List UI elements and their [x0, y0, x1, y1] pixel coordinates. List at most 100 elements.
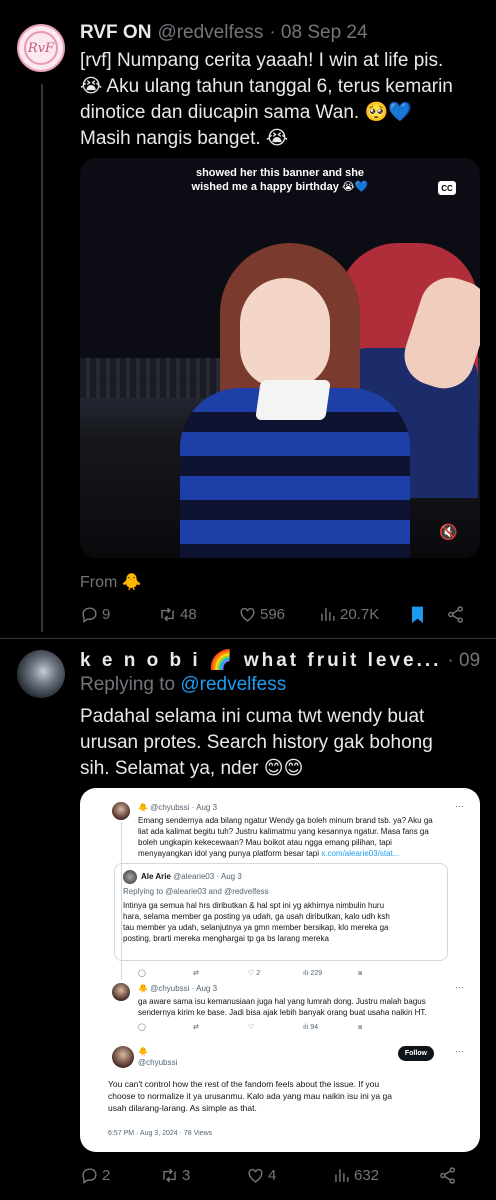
embedded-actions: ◯ ⇄ ♡ 2 ılı 229 ⧈ — [138, 968, 413, 979]
bookmark-button[interactable] — [408, 605, 446, 624]
heart-icon — [248, 1168, 263, 1183]
reply-button[interactable]: 9 — [80, 605, 158, 624]
avatar-logo-text: RvF — [27, 40, 55, 56]
tweet-actions: 9 48 596 20.7K — [80, 603, 480, 625]
replying-to-label: Replying to — [80, 674, 176, 695]
display-name[interactable]: k e n o b i 🌈 what fruit leve... — [80, 648, 441, 672]
tweet-text-line: dinotice dan diucapin sama Wan. 🥺💙 — [80, 102, 412, 123]
embedded-avatar — [112, 1046, 134, 1068]
tweet-date[interactable]: · 09 Sep 24 — [447, 650, 484, 672]
avatar-logo: RvF — [24, 31, 58, 65]
tweet-header: RVF ON @redvelfess · 08 Sep 24 — [80, 22, 484, 44]
quote-text-line: Intinya ga semua hal hrs diributkan & ha… — [123, 901, 385, 910]
quote-text-line: hara, selama member ga posting ya udah, … — [123, 912, 390, 921]
video-caption: showed her this banner and she wished me… — [80, 166, 480, 194]
embedded-text-line: Emang sendernya ada bilang ngatur Wendy … — [138, 816, 433, 825]
quote-avatar — [123, 870, 137, 884]
tweet-header: k e n o b i 🌈 what fruit leve... · 09 Se… — [80, 648, 484, 672]
embedded-tweet-meta: 6:57 PM · Aug 3, 2024 · 78 Views — [108, 1130, 213, 1137]
handle[interactable]: @redvelfess — [157, 22, 263, 44]
embedded-follow-button: Follow — [397, 1046, 434, 1061]
replying-to-handle[interactable]: @redvelfess — [180, 674, 286, 695]
tweet-text-line: [rvf] Numpang cerita yaaah! I win at lif… — [80, 50, 444, 71]
heart-icon — [240, 607, 255, 622]
embedded-text: ga aware sama isu kemanusiaan juga hal y… — [138, 996, 458, 1018]
embedded-tweet-2: 🐥 @chyubssi · Aug 3 ga aware sama isu ke… — [138, 983, 458, 1018]
bookmark-icon — [412, 606, 423, 623]
video-caption-line: wished me a happy birthday 😭💙 — [191, 181, 369, 193]
embedded-handle: @chyubssi — [138, 1058, 178, 1067]
tweet-actions: 2 3 4 632 — [80, 1164, 480, 1186]
embedded-views: ılı 229 — [303, 970, 323, 977]
attached-screenshot-image[interactable]: ··· 🐥 @chyubssi · Aug 3 Emang sendernya … — [80, 788, 480, 1152]
embedded-bookmark: ⧈ — [358, 1024, 363, 1031]
display-name[interactable]: RVF ON — [80, 22, 151, 44]
embedded-bookmark: ⧈ — [358, 970, 363, 977]
embedded-like: ♡ 2 — [248, 970, 261, 977]
reply-button[interactable]: 2 — [80, 1166, 160, 1185]
mute-icon[interactable]: 🔇 — [439, 523, 458, 541]
tweet-date[interactable]: · 08 Sep 24 — [269, 22, 367, 44]
embedded-handle: @chyubssi · Aug 3 — [150, 803, 218, 812]
embedded-text-line: choose to normalize it ya urusanmu. Kalo… — [108, 1091, 392, 1101]
embedded-repost: ⇄ — [193, 970, 199, 977]
embedded-tweet-3-header: 🐥 @chyubssi — [138, 1046, 338, 1068]
quote-handle: @alearie03 · Aug 3 — [173, 872, 242, 881]
views-count: 20.7K — [340, 605, 380, 623]
video-person-face — [240, 278, 330, 388]
embedded-reply: ◯ — [138, 970, 146, 977]
embedded-text-line: liat ada kalimat begitu tuh? Justru kali… — [138, 827, 429, 836]
from-label: From 🐥 — [80, 574, 142, 591]
embedded-like: ♡ — [248, 1024, 255, 1031]
like-button[interactable]: 596 — [238, 605, 318, 624]
video-person-collar — [255, 380, 331, 420]
avatar-kenobi[interactable] — [17, 650, 65, 698]
share-button[interactable] — [438, 1166, 457, 1185]
embedded-views: ılı 94 — [303, 1024, 319, 1031]
repost-button[interactable]: 48 — [158, 605, 238, 624]
tweet-divider — [0, 638, 496, 639]
share-icon — [448, 605, 463, 623]
tweet-text-line: sih. Selamat ya, nder 😊😊 — [80, 758, 304, 779]
thread-connector-line — [41, 84, 43, 632]
share-button[interactable] — [446, 605, 465, 624]
reply-icon — [82, 606, 97, 623]
repost-button[interactable]: 3 — [160, 1166, 246, 1185]
tweet-reply[interactable]: k e n o b i 🌈 what fruit leve... · 09 Se… — [80, 648, 484, 782]
more-icon: ··· — [455, 1046, 464, 1056]
like-button[interactable]: 4 — [246, 1166, 332, 1185]
embedded-avatar — [112, 802, 130, 820]
embedded-text-line: You can't control how the rest of the fa… — [108, 1079, 380, 1089]
embedded-name: 🐥 — [138, 1047, 148, 1056]
tweet-text-line: Padahal selama ini cuma twt wendy buat — [80, 706, 425, 727]
avatar-rvf[interactable]: RvF — [17, 24, 65, 72]
like-count: 4 — [268, 1166, 277, 1184]
embedded-text-line: boleh ungkapin kekecewaan? Mau boikot at… — [138, 838, 392, 847]
replying-to: Replying to @redvelfess — [80, 674, 484, 696]
views-count: 632 — [354, 1166, 380, 1184]
embedded-avatar — [112, 983, 130, 1001]
quote-text: Intinya ga semua hal hrs diributkan & ha… — [123, 900, 445, 944]
repost-icon — [163, 1168, 176, 1182]
embedded-link: x.com/alearie03/stat... — [321, 849, 400, 858]
tweet-main[interactable]: RVF ON @redvelfess · 08 Sep 24 [rvf] Num… — [80, 22, 484, 152]
repost-count: 48 — [180, 605, 197, 623]
embedded-handle: @chyubssi · Aug 3 — [150, 984, 218, 993]
tweet-text-line: 😭 Aku ulang tahun tanggal 6, terus kemar… — [80, 76, 453, 97]
embedded-name: 🐥 — [138, 984, 148, 993]
views-button[interactable]: 632 — [332, 1166, 438, 1185]
reply-icon — [82, 1167, 97, 1184]
repost-count: 3 — [182, 1166, 191, 1184]
tweet-text: [rvf] Numpang cerita yaaah! I win at lif… — [80, 48, 484, 152]
quote-text-line: tau member ya udah, selanjutnya ya gmn m… — [123, 923, 389, 932]
cc-button[interactable]: CC — [438, 181, 456, 195]
video-player[interactable]: showed her this banner and she wished me… — [80, 158, 480, 558]
quote-header: Ale Arie @alearie03 · Aug 3 — [141, 871, 441, 882]
reply-count: 2 — [102, 1166, 111, 1184]
embedded-name: 🐥 — [138, 803, 148, 812]
embedded-text: Emang sendernya ada bilang ngatur Wendy … — [138, 815, 458, 859]
embedded-reply: ◯ — [138, 1024, 146, 1031]
quote-text-line: posting, brarti mereka menghargai tp ga … — [123, 934, 329, 943]
tweet-text-line: Masih nangis banget. 😭 — [80, 128, 289, 149]
views-button[interactable]: 20.7K — [318, 605, 408, 624]
